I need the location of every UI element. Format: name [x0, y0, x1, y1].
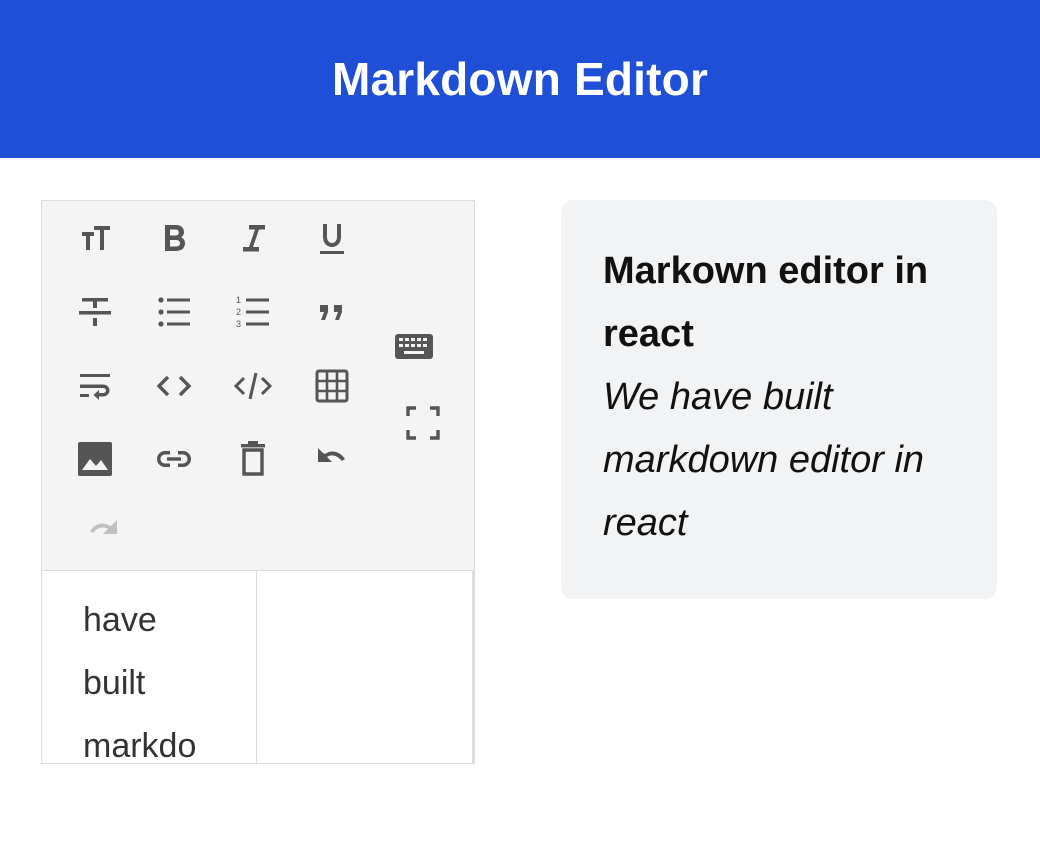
app-header: Markdown Editor	[0, 0, 1040, 158]
editor-side-pane	[257, 571, 474, 763]
wrap-text-icon	[80, 374, 110, 400]
image-icon	[78, 442, 112, 476]
text-size-button[interactable]	[71, 215, 119, 263]
bulleted-list-button[interactable]	[150, 288, 198, 336]
markdown-source-text[interactable]: have built markdo	[83, 589, 196, 763]
table-button[interactable]	[308, 362, 356, 410]
clear-button[interactable]	[229, 435, 277, 483]
clear-icon	[241, 441, 265, 476]
fullscreen-icon	[406, 406, 440, 440]
text-size-icon	[82, 226, 110, 250]
link-button[interactable]	[150, 435, 198, 483]
bulleted-list-icon	[158, 297, 190, 327]
markdown-editor: 1 2 3 have built markdo	[41, 200, 475, 764]
image-button[interactable]	[71, 435, 119, 483]
editor-toolbar: 1 2 3	[42, 201, 474, 571]
preview-paragraph: We have built markdown editor in react	[603, 376, 925, 544]
keyboard-icon	[395, 334, 433, 359]
code-block-button[interactable]	[229, 362, 277, 410]
undo-button[interactable]	[308, 435, 356, 483]
fullscreen-button[interactable]	[399, 399, 447, 447]
preview-content: Markown editor in react We have built ma…	[603, 240, 963, 555]
table-icon	[315, 369, 349, 403]
markdown-source-pane[interactable]: have built markdo	[42, 571, 257, 763]
link-icon	[157, 451, 191, 467]
italic-icon	[243, 225, 265, 252]
numbered-list-icon: 1 2 3	[236, 295, 269, 329]
svg-text:1: 1	[236, 295, 241, 305]
redo-icon	[90, 520, 117, 534]
underline-icon	[320, 224, 344, 254]
blockquote-icon	[320, 305, 342, 320]
markdown-preview: Markown editor in react We have built ma…	[561, 200, 997, 599]
bold-icon	[165, 225, 185, 251]
italic-button[interactable]	[229, 215, 277, 263]
code-block-icon	[233, 372, 273, 400]
inline-code-icon	[156, 375, 192, 397]
underline-button[interactable]	[308, 215, 356, 263]
undo-icon	[318, 448, 345, 462]
inline-code-button[interactable]	[150, 362, 198, 410]
bold-button[interactable]	[150, 215, 198, 263]
page-title: Markdown Editor	[331, 53, 709, 105]
svg-text:3: 3	[236, 319, 241, 329]
wrap-text-button[interactable]	[71, 362, 119, 410]
preview-heading: Markown editor in react	[603, 250, 929, 355]
redo-button[interactable]	[79, 507, 127, 555]
blockquote-button[interactable]	[308, 288, 356, 336]
strikethrough-button[interactable]	[71, 288, 119, 336]
strikethrough-icon	[79, 298, 111, 326]
keyboard-button[interactable]	[390, 323, 438, 371]
svg-text:2: 2	[236, 307, 241, 317]
numbered-list-button[interactable]: 1 2 3	[229, 288, 277, 336]
